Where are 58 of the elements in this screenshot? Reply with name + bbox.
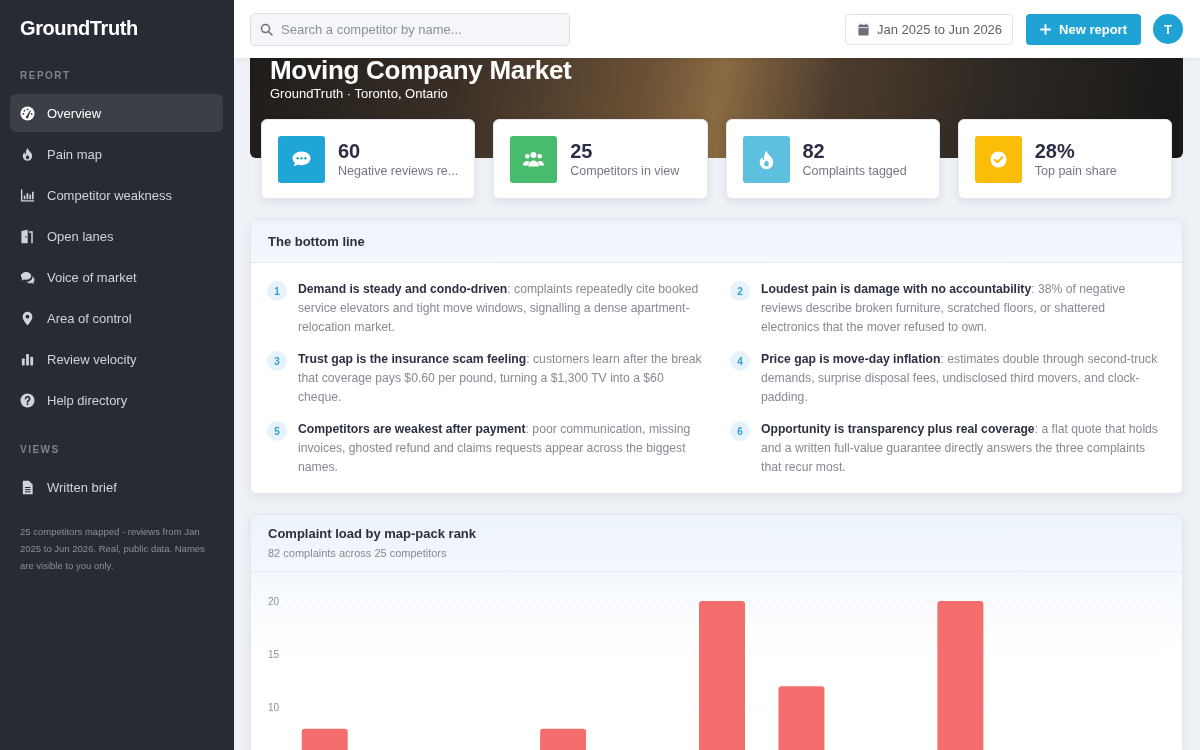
point-number: 3 <box>267 351 287 371</box>
stat-value: 28% <box>1034 139 1075 163</box>
nav-item[interactable]: Area of control <box>10 299 223 337</box>
bar-chart-icon <box>20 187 35 203</box>
nav-item[interactable]: Voice of market <box>10 258 223 296</box>
y-axis-label: 10 <box>268 701 280 713</box>
help-icon <box>20 392 35 408</box>
search-field[interactable]: Search a competitor by name... <box>250 12 570 46</box>
flame-icon <box>20 146 35 162</box>
point-number: 1 <box>267 281 287 301</box>
chart-bar <box>540 728 587 750</box>
plus-icon <box>1040 23 1052 35</box>
stat-value: 82 <box>802 139 825 163</box>
bars-icon <box>20 351 35 367</box>
section-heading: VIEWS <box>20 444 60 456</box>
point-number: 2 <box>730 281 750 301</box>
app-logo: GroundTruth <box>20 16 138 40</box>
nav-item[interactable]: Competitor weakness <box>10 176 223 214</box>
insight-text: Demand is steady and condo-driven: complaints repeatedly cite booked service elevators and tight move windows, signalling a dense apartment-relocation market. <box>298 281 700 336</box>
y-axis-label: 15 <box>268 648 280 660</box>
page-subtitle: GroundTruth · Toronto, Ontario <box>270 86 448 102</box>
chart-title: Complaint load by map-pack rank <box>268 526 477 542</box>
door-icon <box>20 228 35 244</box>
insight-text: Price gap is move-day inflation: estimates double through second-truck demands, surprise disposal fees, undisclosed third movers, and clock-padding. <box>761 351 1159 406</box>
card-title: The bottom line <box>268 233 365 249</box>
calendar-icon <box>858 22 870 36</box>
insight-text: Loudest pain is damage with no accountability: 38% of negative reviews describe broken furniture, scratched floors, or shattered electronics that the mover refused to own. <box>761 281 1127 336</box>
chart-bar <box>778 686 825 750</box>
date-range-button[interactable]: Jan 2025 to Jun 2026 <box>845 13 1014 45</box>
chart-bar <box>301 728 348 750</box>
point-number: 6 <box>730 421 750 441</box>
page-title: Moving Company Market <box>270 58 572 82</box>
nav-item[interactable]: Pain map <box>10 135 223 173</box>
chat-bubbles-icon <box>20 269 35 285</box>
footer-note: 25 competitors mapped - reviews from Jan 2025 to Jun 2026. Real, public data. Names are visible to you only. <box>20 525 206 573</box>
stat-label: Top pain share <box>1034 163 1117 179</box>
y-axis-label: 20 <box>268 595 280 607</box>
search-icon <box>260 22 273 36</box>
document-icon <box>20 479 35 495</box>
map-pin-icon <box>20 310 35 326</box>
stat-value: 25 <box>570 139 593 163</box>
nav-item[interactable]: Open lanes <box>10 217 223 255</box>
gauge-icon <box>20 105 35 121</box>
nav-item[interactable]: Help directory <box>10 381 223 419</box>
stat-label: Competitors in view <box>570 163 680 179</box>
stat-value: 60 <box>338 139 361 163</box>
chart-subtitle: 82 complaints across 25 competitors <box>268 546 447 561</box>
point-number: 5 <box>267 421 287 441</box>
insight-text: Trust gap is the insurance scam feeling: customers learn after the break that coverage pays $0.60 per pound, turning a $1,300 TV into a $60 cheque. <box>298 351 702 406</box>
section-heading: REPORT <box>20 70 71 82</box>
nav-item[interactable]: Review velocity <box>10 340 223 378</box>
nav-item[interactable]: Overview <box>10 94 223 132</box>
stat-label: Complaints tagged <box>802 163 907 179</box>
point-number: 4 <box>730 351 750 371</box>
insight-text: Competitors are weakest after payment: poor communication, missing invoices, ghosted refund and claims requests appear across the biggest names. <box>298 421 692 476</box>
insight-text: Opportunity is transparency plus real coverage: a flat quote that holds and a written full-value guarantee directly answers the three complaints that recur most. <box>761 421 1159 476</box>
stat-label: Negative reviews re... <box>338 163 459 179</box>
nav-item[interactable]: Written brief <box>10 468 223 506</box>
